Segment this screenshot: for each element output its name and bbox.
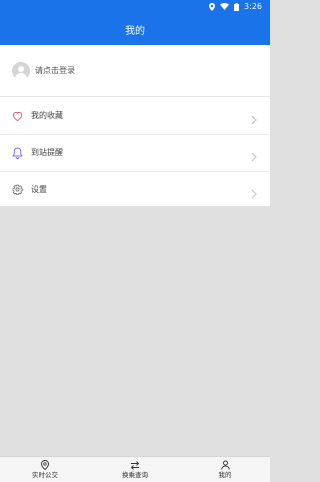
battery-icon bbox=[234, 2, 240, 11]
status-bar: 3:26 bbox=[0, 0, 270, 13]
status-time: 3:26 bbox=[244, 2, 262, 11]
menu-item-arrival-reminder[interactable]: 到站提醒 bbox=[0, 134, 270, 172]
profile-menu: 请点击登录 我的收藏 到站提醒 设置 bbox=[0, 45, 270, 206]
menu-item-favorites[interactable]: 我的收藏 bbox=[0, 97, 270, 135]
tab-label: 换乘查询 bbox=[122, 471, 148, 479]
location-pin-icon bbox=[40, 460, 50, 470]
gear-icon bbox=[11, 184, 23, 196]
menu-item-label: 到站提醒 bbox=[31, 148, 63, 157]
page-title: 我的 bbox=[125, 25, 145, 37]
menu-item-label: 设置 bbox=[31, 185, 47, 194]
chevron-right-icon bbox=[250, 110, 258, 125]
menu-item-label: 我的收藏 bbox=[31, 111, 63, 120]
tab-realtime-bus[interactable]: 实时公交 bbox=[0, 457, 90, 482]
status-icons: 3:26 bbox=[209, 0, 262, 13]
location-icon bbox=[209, 2, 216, 11]
login-label: 请点击登录 bbox=[35, 66, 75, 75]
transfer-arrows-icon bbox=[130, 460, 140, 470]
bottom-tab-bar: 实时公交 换乘查询 我的 bbox=[0, 456, 270, 482]
tab-label: 我的 bbox=[218, 471, 232, 479]
heart-icon bbox=[11, 110, 23, 122]
chevron-right-icon bbox=[250, 147, 258, 162]
bell-icon bbox=[11, 147, 23, 159]
login-row[interactable]: 请点击登录 bbox=[0, 45, 270, 97]
tab-transfer-query[interactable]: 换乘查询 bbox=[90, 457, 180, 482]
tab-mine[interactable]: 我的 bbox=[180, 457, 270, 482]
wifi-icon bbox=[220, 3, 230, 10]
tab-label: 实时公交 bbox=[32, 471, 58, 479]
app-bar: 我的 bbox=[0, 13, 270, 45]
person-icon bbox=[220, 460, 230, 470]
chevron-right-icon bbox=[250, 184, 258, 199]
menu-item-settings[interactable]: 设置 bbox=[0, 171, 270, 208]
avatar bbox=[12, 61, 30, 80]
